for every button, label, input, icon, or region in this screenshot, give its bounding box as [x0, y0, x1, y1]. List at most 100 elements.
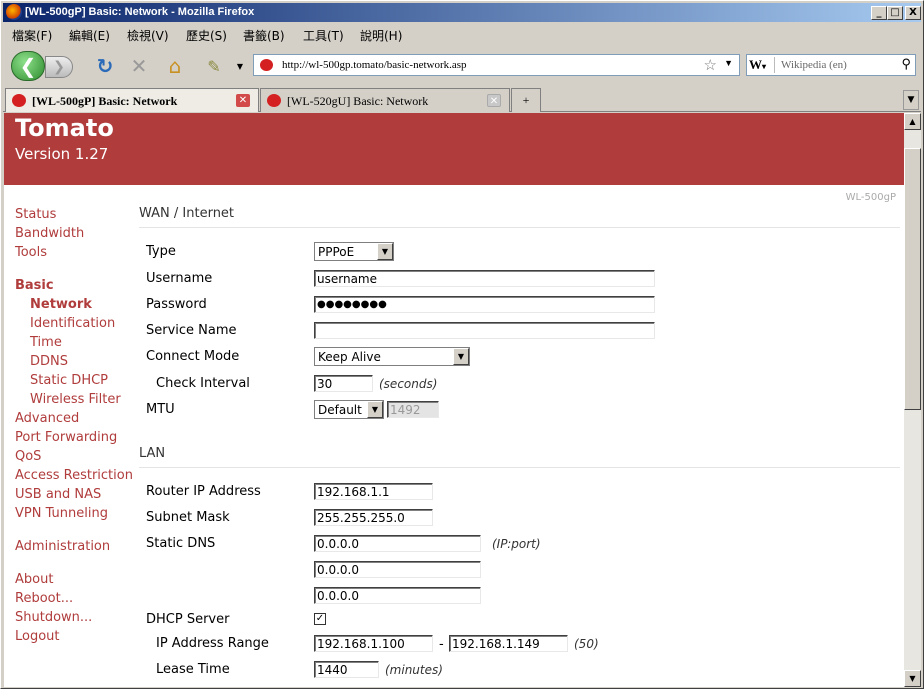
sidebar-item-static-dhcp[interactable]: Static DHCP: [30, 373, 108, 388]
mtu-select[interactable]: Default ▼: [314, 400, 384, 419]
sidebar-item-identification[interactable]: Identification: [30, 316, 115, 331]
vertical-scrollbar[interactable]: ▲ ▼: [904, 113, 921, 687]
reload-icon: ↻: [96, 54, 114, 78]
header-banner: Tomato Version 1.27: [4, 113, 904, 185]
sidebar-item-time[interactable]: Time: [30, 335, 62, 350]
forward-button[interactable]: ❯: [45, 56, 73, 78]
sidebar-item-advanced[interactable]: Advanced: [15, 411, 79, 426]
sidebar-item-usb-nas[interactable]: USB and NAS: [15, 487, 101, 502]
sidebar-item-wireless-filter[interactable]: Wireless Filter: [30, 392, 121, 407]
addon-button[interactable]: ✎: [201, 54, 227, 78]
static-dns-label: Static DNS: [146, 536, 216, 551]
chevron-down-icon: ▼: [377, 243, 393, 260]
search-box[interactable]: W▾ Wikipedia (en) ⚲: [746, 54, 916, 76]
scroll-down-icon[interactable]: ▼: [904, 670, 921, 687]
password-label: Password: [146, 297, 207, 312]
dhcp-server-checkbox[interactable]: ✓: [314, 613, 326, 625]
sidebar-item-shutdown[interactable]: Shutdown...: [15, 610, 92, 625]
menu-tools[interactable]: 工具(T): [303, 27, 344, 44]
sidebar-item-administration[interactable]: Administration: [15, 539, 110, 554]
toolbar-dropdown[interactable]: ▼: [235, 60, 245, 72]
menu-edit[interactable]: 編輯(E): [69, 27, 110, 44]
sidebar-item-access-restriction[interactable]: Access Restriction: [15, 468, 133, 483]
subnet-mask-label: Subnet Mask: [146, 510, 230, 525]
menu-view[interactable]: 檢視(V): [127, 27, 169, 44]
dns-field-1[interactable]: 0.0.0.0: [314, 535, 481, 552]
type-select[interactable]: PPPoE ▼: [314, 242, 394, 261]
password-field[interactable]: ●●●●●●●●: [314, 296, 655, 313]
mtu-label: MTU: [146, 402, 175, 417]
menu-history[interactable]: 歷史(S): [186, 27, 227, 44]
menu-help[interactable]: 說明(H): [360, 27, 402, 44]
sidebar-item-bandwidth[interactable]: Bandwidth: [15, 226, 84, 241]
maximize-button[interactable]: □: [887, 6, 903, 20]
ip-range-label: IP Address Range: [156, 636, 269, 651]
forward-arrow-icon: ❯: [53, 59, 65, 75]
sidebar-item-basic[interactable]: Basic: [15, 278, 54, 293]
lease-time-field[interactable]: 1440: [314, 661, 379, 678]
chevron-down-icon: ▼: [907, 95, 915, 105]
sidebar-item-about[interactable]: About: [15, 572, 53, 587]
tab-title: [WL-520gU] Basic: Network: [287, 94, 429, 108]
subnet-mask-field[interactable]: 255.255.255.0: [314, 509, 433, 526]
menu-bookmarks[interactable]: 書籤(B): [243, 27, 285, 44]
back-arrow-icon: ❮: [19, 54, 37, 78]
close-tab-icon[interactable]: ✕: [236, 94, 250, 107]
scroll-thumb[interactable]: [904, 148, 921, 410]
check-interval-field[interactable]: 30: [314, 375, 373, 392]
tab-wl500gp[interactable]: [WL-500gP] Basic: Network ✕: [5, 88, 259, 112]
lease-time-label: Lease Time: [156, 662, 230, 677]
chevron-down-icon: ▼: [453, 348, 469, 365]
search-input[interactable]: Wikipedia (en): [781, 59, 847, 71]
tab-bar: [WL-500gP] Basic: Network ✕ [WL-520gU] B…: [3, 86, 921, 112]
service-name-field[interactable]: [314, 322, 655, 339]
tab-list-button[interactable]: ▼: [903, 90, 919, 110]
back-button[interactable]: ❮: [11, 51, 45, 81]
ip-range-end-field[interactable]: 192.168.1.149: [449, 635, 568, 652]
sidebar-item-qos[interactable]: QoS: [15, 449, 41, 464]
home-button[interactable]: ⌂: [163, 54, 187, 78]
scroll-up-icon[interactable]: ▲: [904, 113, 921, 130]
dns-field-2[interactable]: 0.0.0.0: [314, 561, 481, 578]
dns-field-3[interactable]: 0.0.0.0: [314, 587, 481, 604]
dhcp-server-label: DHCP Server: [146, 612, 230, 627]
sidebar-item-logout[interactable]: Logout: [15, 629, 60, 644]
type-label: Type: [146, 244, 176, 259]
tab-title: [WL-500gP] Basic: Network: [32, 94, 178, 108]
title-bar: [WL-500gP] Basic: Network - Mozilla Fire…: [3, 3, 921, 22]
browser-window: [WL-500gP] Basic: Network - Mozilla Fire…: [0, 0, 924, 689]
close-tab-icon[interactable]: ✕: [487, 94, 501, 107]
sidebar-item-ddns[interactable]: DDNS: [30, 354, 68, 369]
url-dropdown-icon[interactable]: ▼: [724, 58, 733, 68]
connect-mode-select[interactable]: Keep Alive ▼: [314, 347, 470, 366]
search-icon[interactable]: ⚲: [901, 56, 911, 72]
sidebar-item-reboot[interactable]: Reboot...: [15, 591, 73, 606]
new-tab-button[interactable]: +: [511, 88, 541, 112]
service-name-label: Service Name: [146, 323, 237, 338]
url-bar[interactable]: http://wl-500gp.tomato/basic-network.asp…: [253, 54, 740, 76]
sidebar-item-tools[interactable]: Tools: [15, 245, 47, 260]
ip-range-start-field[interactable]: 192.168.1.100: [314, 635, 433, 652]
reload-button[interactable]: ↻: [93, 54, 117, 78]
menu-file[interactable]: 檔案(F): [12, 27, 52, 44]
search-engine-selector[interactable]: W▾: [749, 57, 775, 73]
version-label: Version 1.27: [15, 145, 109, 163]
tab-wl520gu[interactable]: [WL-520gU] Basic: Network ✕: [260, 88, 510, 112]
sidebar-item-vpn-tunneling[interactable]: VPN Tunneling: [15, 506, 108, 521]
sidebar-item-network[interactable]: Network: [30, 297, 92, 312]
url-text[interactable]: http://wl-500gp.tomato/basic-network.asp: [282, 59, 467, 71]
navigation-toolbar: ❮ ❯ ↻ ✕ ⌂ ✎ ▼ http://wl-500gp.tomato/bas…: [3, 46, 921, 85]
bookmark-star-icon[interactable]: ☆: [704, 56, 717, 75]
router-ip-field[interactable]: 192.168.1.1: [314, 483, 433, 500]
check-interval-label: Check Interval: [156, 376, 250, 391]
stop-button[interactable]: ✕: [127, 54, 151, 78]
username-label: Username: [146, 271, 213, 286]
close-window-button[interactable]: X: [905, 6, 921, 20]
minimize-button[interactable]: _: [871, 6, 887, 20]
firefox-icon: [6, 4, 22, 20]
sidebar-item-status[interactable]: Status: [15, 207, 56, 222]
wikipedia-icon: W: [749, 57, 762, 72]
username-field[interactable]: username: [314, 270, 655, 287]
engine-dropdown-icon: ▾: [762, 62, 767, 71]
sidebar-item-port-forwarding[interactable]: Port Forwarding: [15, 430, 117, 445]
